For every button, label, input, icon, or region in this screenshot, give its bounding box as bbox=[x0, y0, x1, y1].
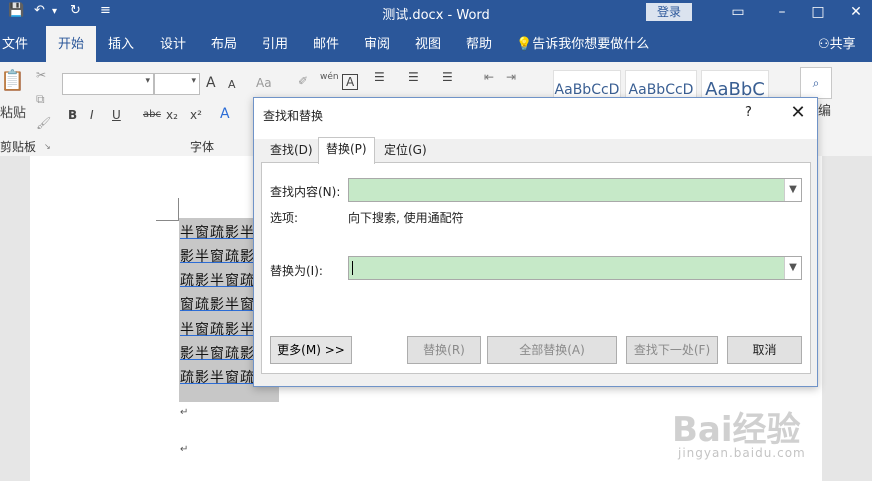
document-line[interactable]: 影半窗疏影 bbox=[180, 246, 255, 266]
document-line[interactable]: 影半窗疏影 bbox=[180, 343, 255, 363]
document-line[interactable]: 半窗疏影半 bbox=[180, 222, 255, 242]
margin-corner-mark bbox=[156, 198, 179, 221]
tab-review[interactable]: 审阅 bbox=[364, 26, 390, 62]
text-caret bbox=[352, 261, 353, 275]
find-next-button[interactable]: 查找下一处(F) bbox=[626, 336, 718, 364]
underline-button[interactable]: U bbox=[112, 108, 121, 122]
replace-with-input[interactable]: ▼ bbox=[348, 256, 802, 280]
grow-font-icon[interactable]: A bbox=[206, 75, 216, 91]
italic-button[interactable]: I bbox=[90, 108, 94, 122]
dialog-title: 查找和替换 bbox=[263, 109, 324, 123]
paragraph-mark: ↵ bbox=[180, 407, 189, 418]
minimize-icon[interactable]: – bbox=[772, 3, 792, 21]
copy-icon[interactable]: ⧉ bbox=[36, 92, 45, 107]
editing-label: 编 bbox=[818, 104, 832, 119]
tab-goto[interactable]: 定位(G) bbox=[377, 139, 434, 162]
chevron-down-icon: ▾ bbox=[191, 76, 196, 86]
font-group-label: 字体 bbox=[190, 140, 215, 154]
tab-view[interactable]: 视图 bbox=[415, 26, 441, 62]
replace-panel: 查找内容(N): ▼ 选项: 向下搜索, 使用通配符 替换为(I): ▼ 更多(… bbox=[261, 162, 811, 374]
tell-me-search[interactable]: 💡告诉我你想要做什么 bbox=[516, 26, 649, 62]
title-bar: 💾 ↶ ▾ ↻ ≡ 测试.docx - Word 登录 ▭ – □ ✕ bbox=[0, 0, 872, 26]
paragraph-mark: ↵ bbox=[180, 444, 189, 455]
dialog-launcher-icon[interactable]: ↘ bbox=[44, 142, 51, 151]
character-border-icon[interactable]: A bbox=[342, 74, 359, 90]
watermark-brand: Bai经验 bbox=[672, 410, 801, 450]
replace-with-label: 替换为(I): bbox=[270, 264, 323, 278]
clipboard-group-label: 剪贴板 bbox=[0, 140, 37, 154]
tab-file[interactable]: 文件 bbox=[2, 26, 28, 62]
person-icon: ⚇ bbox=[818, 37, 830, 52]
login-button[interactable]: 登录 bbox=[646, 3, 692, 21]
tab-help[interactable]: 帮助 bbox=[466, 26, 492, 62]
change-case-icon[interactable]: Aa bbox=[256, 76, 272, 90]
restore-icon[interactable]: □ bbox=[808, 3, 828, 21]
paste-icon[interactable]: 📋 bbox=[0, 68, 25, 92]
paste-label[interactable]: 粘贴 bbox=[0, 102, 26, 121]
font-name-input[interactable]: ▾ bbox=[62, 73, 154, 95]
tab-home[interactable]: 开始 bbox=[46, 26, 97, 62]
ribbon-display-options-icon[interactable]: ▭ bbox=[728, 3, 748, 21]
replace-button[interactable]: 替换(R) bbox=[407, 336, 481, 364]
tell-me-label: 告诉我你想要做什么 bbox=[532, 37, 650, 52]
decrease-indent-icon[interactable]: ⇤ bbox=[484, 70, 494, 84]
numbering-icon[interactable]: ☰ bbox=[408, 70, 419, 84]
font-size-input[interactable]: ▾ bbox=[154, 73, 200, 95]
find-search-icon[interactable]: ⌕ bbox=[800, 67, 832, 99]
find-what-label: 查找内容(N): bbox=[270, 185, 341, 199]
find-what-input[interactable]: ▼ bbox=[348, 178, 802, 202]
strikethrough-button[interactable]: abc bbox=[143, 109, 161, 120]
multilevel-list-icon[interactable]: ☰ bbox=[442, 70, 453, 84]
close-icon[interactable]: ✕ bbox=[787, 102, 809, 124]
share-button[interactable]: ⚇共享 bbox=[818, 26, 856, 62]
options-value: 向下搜索, 使用通配符 bbox=[348, 211, 464, 225]
tab-references[interactable]: 引用 bbox=[262, 26, 288, 62]
cut-icon[interactable]: ✂ bbox=[36, 68, 46, 82]
ribbon-tabs: 文件 开始 插入 设计 布局 引用 邮件 审阅 视图 帮助 💡告诉我你想要做什么… bbox=[0, 26, 872, 62]
text-effects-icon[interactable]: A bbox=[220, 106, 230, 122]
tab-mailings[interactable]: 邮件 bbox=[313, 26, 339, 62]
document-line[interactable]: 窗疏影半窗 bbox=[180, 294, 255, 314]
help-icon[interactable]: ? bbox=[745, 105, 752, 120]
share-label: 共享 bbox=[829, 37, 856, 52]
tab-design[interactable]: 设计 bbox=[160, 26, 186, 62]
tab-find[interactable]: 查找(D) bbox=[263, 139, 320, 162]
tab-layout[interactable]: 布局 bbox=[211, 26, 237, 62]
replace-all-button[interactable]: 全部替换(A) bbox=[487, 336, 617, 364]
chevron-down-icon: ▾ bbox=[145, 76, 150, 86]
bullets-icon[interactable]: ☰ bbox=[374, 70, 385, 84]
clear-formatting-icon[interactable]: ✐ bbox=[298, 74, 308, 88]
superscript-button[interactable]: x² bbox=[190, 108, 202, 122]
format-painter-icon[interactable]: 🖌 bbox=[36, 116, 51, 130]
options-label: 选项: bbox=[270, 211, 299, 225]
bold-button[interactable]: B bbox=[68, 108, 77, 122]
watermark: Bai经验 jingyan.baidu.com bbox=[672, 402, 842, 472]
watermark-url: jingyan.baidu.com bbox=[678, 446, 806, 460]
document-line[interactable]: 疏影半窗疏 bbox=[180, 367, 255, 387]
lightbulb-icon: 💡 bbox=[516, 37, 533, 52]
tab-insert[interactable]: 插入 bbox=[108, 26, 134, 62]
more-button[interactable]: 更多(M) >> bbox=[270, 336, 352, 364]
tab-replace[interactable]: 替换(P) bbox=[318, 137, 375, 164]
cancel-button[interactable]: 取消 bbox=[727, 336, 802, 364]
document-line[interactable]: 半窗疏影半 bbox=[180, 319, 255, 339]
subscript-button[interactable]: x₂ bbox=[166, 108, 178, 122]
increase-indent-icon[interactable]: ⇥ bbox=[506, 70, 516, 84]
phonetic-guide-icon[interactable]: wén bbox=[320, 72, 339, 82]
shrink-font-icon[interactable]: A bbox=[228, 78, 236, 91]
chevron-down-icon[interactable]: ▼ bbox=[784, 257, 801, 279]
find-replace-dialog: 查找和替换 ? ✕ 查找(D) 替换(P) 定位(G) 查找内容(N): ▼ 选… bbox=[253, 97, 818, 387]
close-window-icon[interactable]: ✕ bbox=[846, 3, 866, 21]
document-line[interactable]: 疏影半窗疏 bbox=[180, 270, 255, 290]
chevron-down-icon[interactable]: ▼ bbox=[784, 179, 801, 201]
